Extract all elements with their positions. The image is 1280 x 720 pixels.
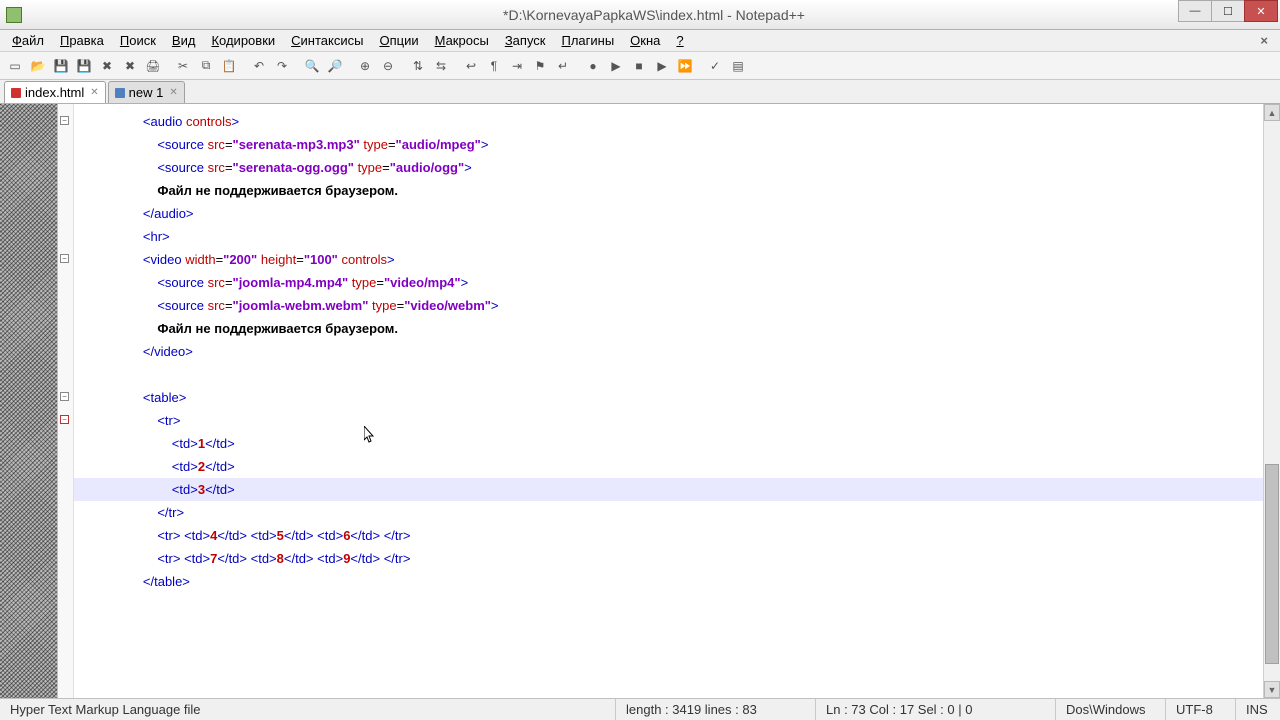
titlebar[interactable]: *D:\KornevayaPapkaWS\index.html - Notepa…: [0, 0, 1280, 30]
menu-кодировки[interactable]: Кодировки: [203, 31, 283, 50]
cut-icon[interactable]: ✂: [172, 55, 194, 77]
zoom-in-icon[interactable]: ⊕: [354, 55, 376, 77]
play1-icon[interactable]: ▶: [651, 55, 673, 77]
print-icon[interactable]: 🖨: [142, 55, 164, 77]
toolbar-separator: [347, 55, 353, 77]
tab-new-1[interactable]: new 1 ✕: [108, 81, 185, 103]
line-number-gutter[interactable]: [0, 104, 58, 698]
toolbar-separator: [400, 55, 406, 77]
fold-column[interactable]: −−−−−: [58, 104, 74, 698]
status-encoding[interactable]: UTF-8: [1166, 699, 1236, 720]
menu-файл[interactable]: Файл: [4, 31, 52, 50]
paste-icon[interactable]: 📋: [218, 55, 240, 77]
lang-icon[interactable]: ⚑: [529, 55, 551, 77]
toolbar-separator: [165, 55, 171, 77]
menu-плагины[interactable]: Плагины: [553, 31, 622, 50]
minimize-button[interactable]: —: [1178, 0, 1212, 22]
toolbar-separator: [575, 55, 581, 77]
tab-bar: index.html ✕ new 1 ✕: [0, 80, 1280, 104]
scroll-down-button[interactable]: ▼: [1264, 681, 1280, 698]
rec-icon[interactable]: ●: [582, 55, 604, 77]
save-icon[interactable]: 💾: [50, 55, 72, 77]
menu-синтаксисы[interactable]: Синтаксисы: [283, 31, 371, 50]
menubar-close-doc[interactable]: ×: [1252, 33, 1276, 48]
status-filetype: Hyper Text Markup Language file: [0, 699, 616, 720]
editor-area: −−−−− <audio controls> <source src="sere…: [0, 104, 1280, 698]
menu-?[interactable]: ?: [668, 31, 691, 50]
status-insert-mode[interactable]: INS: [1236, 699, 1280, 720]
window-title: *D:\KornevayaPapkaWS\index.html - Notepa…: [28, 7, 1280, 23]
tab-close-icon[interactable]: ✕: [90, 87, 98, 98]
tab-close-icon[interactable]: ✕: [169, 87, 177, 98]
code-text[interactable]: <audio controls> <source src="serenata-m…: [114, 110, 499, 593]
replace-icon[interactable]: 🔎: [324, 55, 346, 77]
saved-icon: [115, 88, 125, 98]
sync-h-icon[interactable]: ⇆: [430, 55, 452, 77]
app-icon: [6, 7, 22, 23]
status-eol[interactable]: Dos\Windows: [1056, 699, 1166, 720]
fold-toggle-icon[interactable]: −: [60, 116, 69, 125]
closeall-icon[interactable]: ✖: [119, 55, 141, 77]
eol-icon[interactable]: ↵: [552, 55, 574, 77]
sync-v-icon[interactable]: ⇅: [407, 55, 429, 77]
menu-окна[interactable]: Окна: [622, 31, 668, 50]
close-icon[interactable]: ✖: [96, 55, 118, 77]
saveall-icon[interactable]: 💾: [73, 55, 95, 77]
scroll-up-button[interactable]: ▲: [1264, 104, 1280, 121]
menu-опции[interactable]: Опции: [371, 31, 426, 50]
scroll-thumb[interactable]: [1265, 464, 1279, 664]
menu-вид[interactable]: Вид: [164, 31, 204, 50]
vertical-scrollbar[interactable]: ▲ ▼: [1263, 104, 1280, 698]
open-icon[interactable]: 📂: [27, 55, 49, 77]
find-icon[interactable]: 🔍: [301, 55, 323, 77]
menu-правка[interactable]: Правка: [52, 31, 112, 50]
doc-icon[interactable]: ▤: [727, 55, 749, 77]
close-button[interactable]: ✕: [1244, 0, 1278, 22]
modified-icon: [11, 88, 21, 98]
tab-index-html[interactable]: index.html ✕: [4, 81, 106, 103]
menu-запуск[interactable]: Запуск: [497, 31, 554, 50]
stop-icon[interactable]: ■: [628, 55, 650, 77]
redo-icon[interactable]: ↷: [271, 55, 293, 77]
toolbar-separator: [294, 55, 300, 77]
allchars-icon[interactable]: ¶: [483, 55, 505, 77]
toolbar-separator: [241, 55, 247, 77]
menu-макросы[interactable]: Макросы: [427, 31, 497, 50]
code-area[interactable]: <audio controls> <source src="serenata-m…: [74, 104, 1263, 698]
playn-icon[interactable]: ⏩: [674, 55, 696, 77]
toolbar: ▭📂💾💾✖✖🖨✂⧉📋↶↷🔍🔎⊕⊖⇅⇆↩¶⇥⚑↵●▶■▶⏩✓▤: [0, 52, 1280, 80]
undo-icon[interactable]: ↶: [248, 55, 270, 77]
toolbar-separator: [697, 55, 703, 77]
menubar: ФайлПравкаПоискВидКодировкиСинтаксисыОпц…: [0, 30, 1280, 52]
maximize-button[interactable]: ☐: [1211, 0, 1245, 22]
copy-icon[interactable]: ⧉: [195, 55, 217, 77]
indent-icon[interactable]: ⇥: [506, 55, 528, 77]
spell-icon[interactable]: ✓: [704, 55, 726, 77]
status-position: Ln : 73 Col : 17 Sel : 0 | 0: [816, 699, 1056, 720]
fold-toggle-icon[interactable]: −: [60, 415, 69, 424]
status-bar: Hyper Text Markup Language file length :…: [0, 698, 1280, 720]
status-length: length : 3419 lines : 83: [616, 699, 816, 720]
fold-toggle-icon[interactable]: −: [60, 392, 69, 401]
play-icon[interactable]: ▶: [605, 55, 627, 77]
new-icon[interactable]: ▭: [4, 55, 26, 77]
tab-label: new 1: [129, 85, 164, 100]
wrap-icon[interactable]: ↩: [460, 55, 482, 77]
tab-label: index.html: [25, 85, 84, 100]
toolbar-separator: [453, 55, 459, 77]
fold-toggle-icon[interactable]: −: [60, 254, 69, 263]
zoom-out-icon[interactable]: ⊖: [377, 55, 399, 77]
menu-поиск[interactable]: Поиск: [112, 31, 164, 50]
